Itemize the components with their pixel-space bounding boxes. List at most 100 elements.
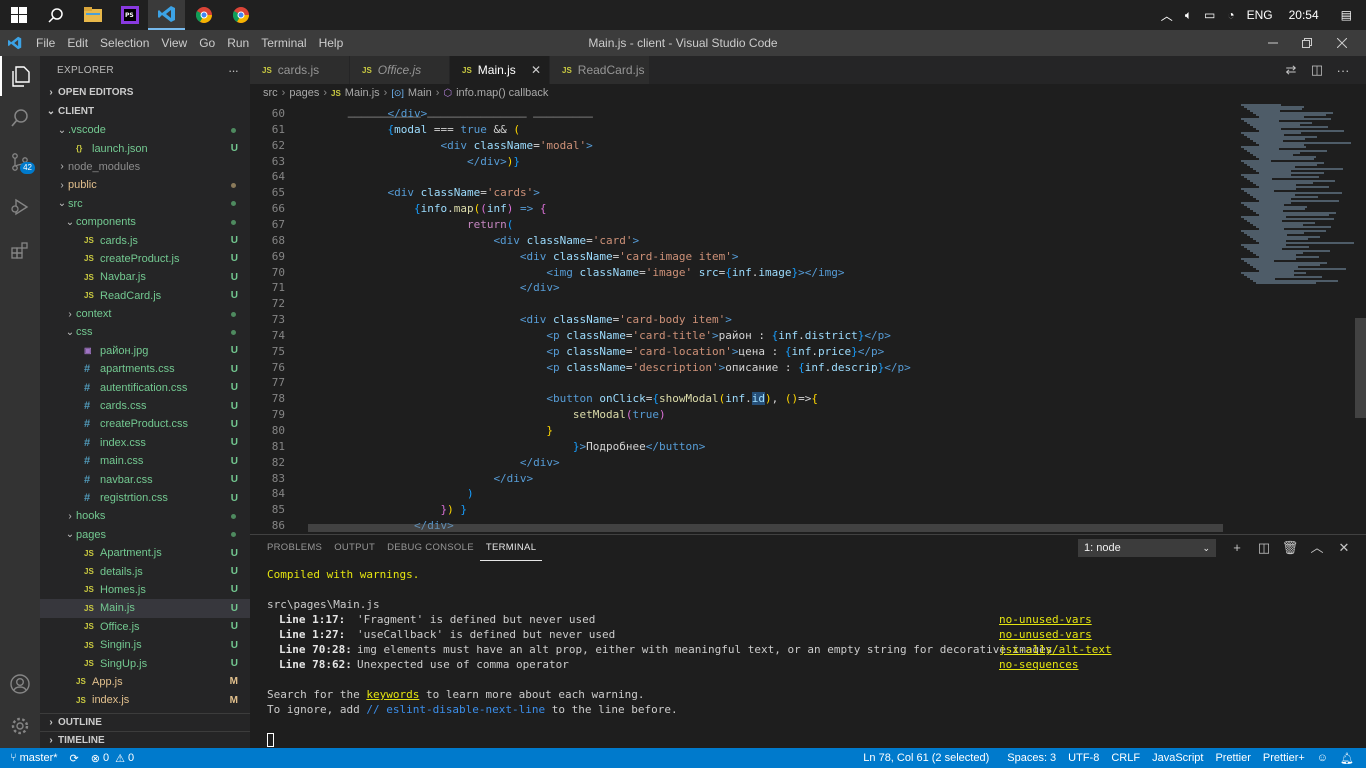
tree-item[interactable]: › hooks [40,507,250,525]
sync-icon[interactable]: ⟳ [64,752,85,765]
encoding[interactable]: UTF-8 [1062,752,1105,764]
breadcrumb-item[interactable]: Main.js [345,87,380,99]
language-indicator[interactable]: ENG [1241,8,1279,22]
tree-item[interactable]: # cards.css U [40,397,250,415]
tree-item[interactable]: # registrtion.css U [40,489,250,507]
tab-readcard-js[interactable]: JS ReadCard.js [550,56,650,84]
search-icon[interactable] [0,96,40,140]
menu-go[interactable]: Go [193,30,221,56]
tree-item[interactable]: JS Singin.js U [40,636,250,654]
open-editors-section[interactable]: › OPEN EDITORS [40,84,250,102]
tree-item[interactable]: ⌄ src [40,195,250,213]
more-actions-icon[interactable]: ··· [1330,63,1356,78]
tree-item[interactable]: # main.css U [40,452,250,470]
chevron-up-icon[interactable]: ︿ [1155,7,1179,24]
menu-help[interactable]: Help [313,30,350,56]
warning-rule-link[interactable]: jsx-a11y/alt-text [999,642,1112,657]
tree-item[interactable]: # navbar.css U [40,470,250,488]
warning-rule-link[interactable]: no-sequences [999,657,1078,672]
panel-tab-problems[interactable]: PROBLEMS [261,535,328,561]
volume-icon[interactable]: 🔈︎ [1179,8,1198,23]
tree-item[interactable]: JS cards.js U [40,231,250,249]
explorer-icon[interactable] [0,56,40,96]
tab-office-js[interactable]: JS Office.js [350,56,450,84]
chrome-icon[interactable] [185,0,222,30]
horizontal-scrollbar[interactable] [308,524,1223,532]
minimize-button[interactable] [1256,30,1290,56]
breadcrumb-item[interactable]: Main [408,87,432,99]
indentation[interactable]: Spaces: 3 [1001,752,1062,764]
tree-item[interactable]: JS Office.js U [40,618,250,636]
menu-file[interactable]: File [30,30,61,56]
warning-rule-link[interactable]: no-unused-vars [999,627,1092,642]
phpstorm-icon[interactable]: PS [111,0,148,30]
end-of-line[interactable]: CRLF [1105,752,1146,764]
menu-selection[interactable]: Selection [94,30,155,56]
tree-item[interactable]: {} launch.json U [40,139,250,157]
tree-item[interactable]: JS Homes.js U [40,581,250,599]
tree-item[interactable]: JS details.js U [40,562,250,580]
settings-gear-icon[interactable] [0,704,40,748]
tree-item[interactable]: # createProduct.css U [40,415,250,433]
menu-view[interactable]: View [155,30,193,56]
breadcrumb-item[interactable]: info.map() callback [456,87,548,99]
tree-item[interactable]: JS createProduct.js U [40,250,250,268]
terminal-output[interactable]: Compiled with warnings. src\pages\Main.j… [267,567,1357,747]
outline-section[interactable]: › OUTLINE [40,713,250,731]
close-tab-icon[interactable]: ✕ [531,63,541,77]
menu-run[interactable]: Run [221,30,255,56]
problems-indicator[interactable]: ⊗ 0 ⚠︎ 0 [85,752,140,765]
vscode-taskbar-icon[interactable] [148,0,185,30]
more-actions-icon[interactable]: ··· [228,63,239,78]
close-panel-icon[interactable]: ✕ [1334,539,1354,557]
notifications-bell-icon[interactable]: 🔔︎ [1334,752,1366,765]
keywords-link[interactable]: keywords [366,688,419,701]
breadcrumb-item[interactable]: src [263,87,278,99]
tree-item[interactable]: JS ReadCard.js U [40,287,250,305]
restore-button[interactable] [1290,30,1324,56]
tree-item[interactable]: › public [40,176,250,194]
timeline-section[interactable]: › TIMELINE [40,731,250,748]
run-debug-icon[interactable] [0,184,40,228]
tree-item[interactable]: ⌄ css [40,323,250,341]
source-control-icon[interactable]: 42 [0,140,40,184]
tree-item[interactable]: # autentification.css U [40,378,250,396]
tree-item[interactable]: ▣ район.jpg U [40,342,250,360]
branch-indicator[interactable]: ⑂ master* [0,752,64,764]
file-explorer-icon[interactable] [74,0,111,30]
tab-main-js[interactable]: JS Main.js ✕ [450,56,550,84]
breadcrumb-item[interactable]: pages [289,87,319,99]
menu-terminal[interactable]: Terminal [255,30,312,56]
client-root-section[interactable]: ⌄ CLIENT [40,103,250,121]
open-changes-icon[interactable]: ⇄ [1278,62,1304,78]
feedback-icon[interactable]: ☺ [1311,752,1334,764]
chrome-icon-2[interactable] [222,0,259,30]
close-window-button[interactable] [1325,30,1359,56]
account-icon[interactable] [0,662,40,706]
tree-item[interactable]: JS Apartment.js U [40,544,250,562]
tree-item[interactable]: › node_modules [40,158,250,176]
tab-cards-js[interactable]: JS cards.js [250,56,350,84]
tree-item[interactable]: ⌄ .vscode [40,121,250,139]
extensions-icon[interactable] [0,228,40,272]
tree-item[interactable]: JS Navbar.js U [40,268,250,286]
notifications-icon[interactable]: ▤ [1335,8,1366,22]
panel-tab-terminal[interactable]: TERMINAL [479,535,543,561]
menu-edit[interactable]: Edit [61,30,94,56]
search-icon[interactable] [37,0,74,30]
new-terminal-icon[interactable]: + [1227,539,1247,557]
battery-icon[interactable]: ▭ [1198,8,1221,22]
language-mode[interactable]: JavaScript [1146,752,1209,764]
prettier-plus-status[interactable]: Prettier+ [1257,752,1311,764]
minimap[interactable] [1233,102,1366,534]
split-terminal-icon[interactable]: ◫ [1254,539,1274,557]
split-editor-icon[interactable]: ◫ [1304,62,1330,78]
tree-item[interactable]: JS App.js M [40,673,250,691]
tree-item[interactable]: ⌄ pages [40,526,250,544]
maximize-panel-icon[interactable]: ︿ [1307,539,1327,557]
tree-item[interactable]: # index.css U [40,434,250,452]
windows-start-icon[interactable] [0,0,37,30]
cursor-position[interactable]: Ln 78, Col 61 (2 selected) [857,752,995,764]
panel-tab-debug-console[interactable]: DEBUG CONSOLE [381,535,480,561]
tree-item[interactable]: JS Main.js U [40,599,250,618]
